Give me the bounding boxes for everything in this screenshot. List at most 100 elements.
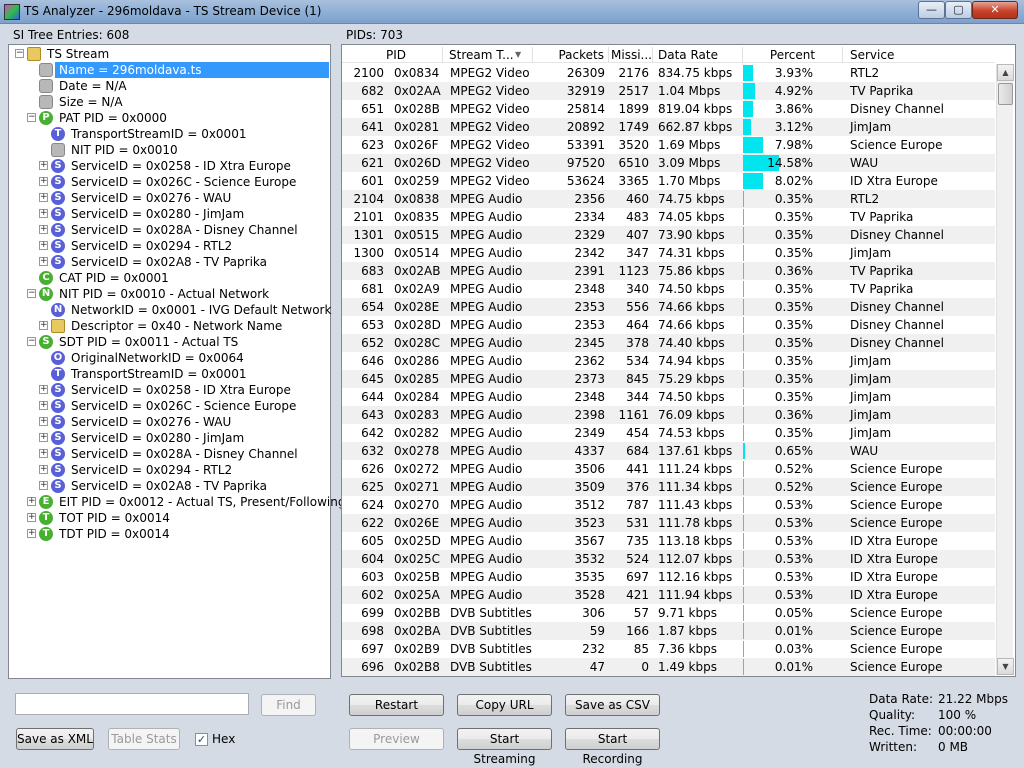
table-row[interactable]: 623 0x026F MPEG2 Video 53391 3520 1.69 Mbps 7.… bbox=[342, 136, 995, 154]
tree-node[interactable]: + S ServiceID = 0x0280 - JimJam bbox=[9, 430, 329, 446]
table-row[interactable]: 622 0x026E MPEG Audio 3523 531 111.78 kbps 0.5… bbox=[342, 514, 995, 532]
tree-node[interactable]: + T TOT PID = 0x0014 bbox=[9, 510, 329, 526]
col-missing[interactable]: Missi... bbox=[609, 47, 653, 63]
table-row[interactable]: 646 0x0286 MPEG Audio 2362 534 74.94 kbps 0.35… bbox=[342, 352, 995, 370]
start-streaming-button[interactable]: Start Streaming bbox=[457, 728, 552, 766]
tree-node[interactable]: N NetworkID = 0x0001 - IVG Default Networ… bbox=[9, 302, 331, 318]
col-percent[interactable]: Percent bbox=[743, 47, 843, 63]
collapse-icon[interactable]: − bbox=[27, 289, 36, 298]
scroll-up-icon[interactable]: ▲ bbox=[997, 64, 1014, 81]
table-row[interactable]: 632 0x0278 MPEG Audio 4337 684 137.61 kbps 0.6… bbox=[342, 442, 995, 460]
tree-node[interactable]: + S ServiceID = 0x0294 - RTL2 bbox=[9, 238, 329, 254]
col-data-rate[interactable]: Data Rate bbox=[653, 47, 743, 63]
tree-node[interactable]: Size = N/A bbox=[9, 94, 329, 110]
expand-icon[interactable]: + bbox=[27, 497, 36, 506]
table-row[interactable]: 641 0x0281 MPEG2 Video 20892 1749 662.87 kbps… bbox=[342, 118, 995, 136]
table-row[interactable]: 654 0x028E MPEG Audio 2353 556 74.66 kbps 0.35… bbox=[342, 298, 995, 316]
tree-node[interactable]: NIT PID = 0x0010 bbox=[9, 142, 329, 158]
table-row[interactable]: 699 0x02BB DVB Subtitles 306 57 9.71 kbps 0.05… bbox=[342, 604, 995, 622]
collapse-icon[interactable]: − bbox=[27, 337, 36, 346]
table-row[interactable]: 644 0x0284 MPEG Audio 2348 344 74.50 kbps 0.35… bbox=[342, 388, 995, 406]
table-row[interactable]: 645 0x0285 MPEG Audio 2373 845 75.29 kbps 0.35… bbox=[342, 370, 995, 388]
tree-node[interactable]: T TransportStreamID = 0x0001 bbox=[9, 366, 329, 382]
table-row[interactable]: 602 0x025A MPEG Audio 3528 421 111.94 kbps 0.5… bbox=[342, 586, 995, 604]
table-row[interactable]: 643 0x0283 MPEG Audio 2398 1161 76.09 kbps 0.3… bbox=[342, 406, 995, 424]
table-row[interactable]: 2104 0x0838 MPEG Audio 2356 460 74.75 kbps 0.3… bbox=[342, 190, 995, 208]
table-row[interactable]: 621 0x026D MPEG2 Video 97520 6510 3.09 Mbps 14… bbox=[342, 154, 995, 172]
table-row[interactable]: 651 0x028B MPEG2 Video 25814 1899 819.04 kbps… bbox=[342, 100, 995, 118]
expand-icon[interactable]: + bbox=[39, 161, 48, 170]
close-button[interactable]: ✕ bbox=[972, 1, 1018, 19]
tree-node[interactable]: − N NIT PID = 0x0010 - Actual Network bbox=[9, 286, 329, 302]
tree-node[interactable]: + S ServiceID = 0x0276 - WAU bbox=[9, 190, 329, 206]
collapse-icon[interactable]: − bbox=[27, 113, 36, 122]
copy-url-button[interactable]: Copy URL bbox=[457, 694, 552, 716]
hex-checkbox[interactable]: ✓ bbox=[195, 733, 208, 746]
table-stats-button[interactable]: Table Stats bbox=[108, 728, 180, 750]
expand-icon[interactable]: + bbox=[39, 209, 48, 218]
restart-button[interactable]: Restart bbox=[349, 694, 444, 716]
tree-node[interactable]: + S ServiceID = 0x028A - Disney Channel bbox=[9, 446, 329, 462]
tree-node[interactable]: − TS Stream bbox=[9, 46, 329, 62]
expand-icon[interactable]: + bbox=[27, 529, 36, 538]
expand-icon[interactable]: + bbox=[39, 385, 48, 394]
table-row[interactable]: 681 0x02A9 MPEG Audio 2348 340 74.50 kbps 0.35… bbox=[342, 280, 995, 298]
scroll-down-icon[interactable]: ▼ bbox=[997, 658, 1014, 675]
tree-node[interactable]: + S ServiceID = 0x0280 - JimJam bbox=[9, 206, 329, 222]
expand-icon[interactable]: + bbox=[27, 513, 36, 522]
table-row[interactable]: 1300 0x0514 MPEG Audio 2342 347 74.31 kbps 0.3… bbox=[342, 244, 995, 262]
tree-node[interactable]: + S ServiceID = 0x026C - Science Europe bbox=[9, 174, 329, 190]
table-row[interactable]: 682 0x02AA MPEG2 Video 32919 2517 1.04 Mbps 4.… bbox=[342, 82, 995, 100]
save-as-csv-button[interactable]: Save as CSV bbox=[565, 694, 660, 716]
expand-icon[interactable]: + bbox=[39, 449, 48, 458]
expand-icon[interactable]: + bbox=[39, 481, 48, 490]
table-row[interactable]: 2101 0x0835 MPEG Audio 2334 483 74.05 kbps 0.3… bbox=[342, 208, 995, 226]
tree-node[interactable]: + S ServiceID = 0x0294 - RTL2 bbox=[9, 462, 329, 478]
expand-icon[interactable]: + bbox=[39, 257, 48, 266]
tree-node[interactable]: + S ServiceID = 0x0258 - ID Xtra Europe bbox=[9, 158, 329, 174]
tree-node[interactable]: + S ServiceID = 0x028A - Disney Channel bbox=[9, 222, 329, 238]
tree-node[interactable]: + S ServiceID = 0x02A8 - TV Paprika bbox=[9, 254, 329, 270]
expand-icon[interactable]: + bbox=[39, 241, 48, 250]
start-recording-button[interactable]: Start Recording bbox=[565, 728, 660, 766]
tree-node[interactable]: + S ServiceID = 0x026C - Science Europe bbox=[9, 398, 329, 414]
expand-icon[interactable]: + bbox=[39, 193, 48, 202]
maximize-button[interactable]: ▢ bbox=[945, 1, 972, 19]
table-row[interactable]: 697 0x02B9 DVB Subtitles 232 85 7.36 kbps 0.03… bbox=[342, 640, 995, 658]
table-row[interactable]: 605 0x025D MPEG Audio 3567 735 113.18 kbps 0.5… bbox=[342, 532, 995, 550]
table-row[interactable]: 642 0x0282 MPEG Audio 2349 454 74.53 kbps 0.35… bbox=[342, 424, 995, 442]
tree-node[interactable]: + E EIT PID = 0x0012 - Actual TS, Present/… bbox=[9, 494, 345, 510]
table-row[interactable]: 2100 0x0834 MPEG2 Video 26309 2176 834.75 kbp… bbox=[342, 64, 995, 82]
table-row[interactable]: 604 0x025C MPEG Audio 3532 524 112.07 kbps 0.5… bbox=[342, 550, 995, 568]
col-pid[interactable]: PID bbox=[342, 47, 443, 63]
preview-button[interactable]: Preview bbox=[349, 728, 444, 750]
tree-node[interactable]: Date = N/A bbox=[9, 78, 329, 94]
expand-icon[interactable]: + bbox=[39, 321, 48, 330]
table-row[interactable]: 1301 0x0515 MPEG Audio 2329 407 73.90 kbps 0.3… bbox=[342, 226, 995, 244]
col-stream-type[interactable]: Stream T... ▼ bbox=[443, 47, 533, 63]
table-row[interactable]: 625 0x0271 MPEG Audio 3509 376 111.34 kbps 0.5… bbox=[342, 478, 995, 496]
minimize-button[interactable]: — bbox=[918, 1, 945, 19]
save-as-xml-button[interactable]: Save as XML bbox=[16, 728, 94, 750]
tree-node[interactable]: + S ServiceID = 0x02A8 - TV Paprika bbox=[9, 478, 329, 494]
table-row[interactable]: 652 0x028C MPEG Audio 2345 378 74.40 kbps 0.35… bbox=[342, 334, 995, 352]
tree-node[interactable]: T TransportStreamID = 0x0001 bbox=[9, 126, 329, 142]
expand-icon[interactable]: + bbox=[39, 177, 48, 186]
table-row[interactable]: 601 0x0259 MPEG2 Video 53624 3365 1.70 Mbps 8.… bbox=[342, 172, 995, 190]
tree-node[interactable]: − S SDT PID = 0x0011 - Actual TS bbox=[9, 334, 329, 350]
table-scrollbar[interactable]: ▲ ▼ bbox=[996, 64, 1014, 675]
tree-node[interactable]: + S ServiceID = 0x0258 - ID Xtra Europe bbox=[9, 382, 329, 398]
tree-node[interactable]: + S ServiceID = 0x0276 - WAU bbox=[9, 414, 329, 430]
col-packets[interactable]: Packets bbox=[533, 47, 609, 63]
table-row[interactable]: 603 0x025B MPEG Audio 3535 697 112.16 kbps 0.5… bbox=[342, 568, 995, 586]
collapse-icon[interactable]: − bbox=[15, 49, 24, 58]
scroll-thumb[interactable] bbox=[998, 83, 1013, 105]
tree-node[interactable]: C CAT PID = 0x0001 bbox=[9, 270, 329, 286]
expand-icon[interactable]: + bbox=[39, 417, 48, 426]
tree-node[interactable]: Name = 296moldava.ts bbox=[39, 62, 329, 78]
tree-node[interactable]: O OriginalNetworkID = 0x0064 bbox=[9, 350, 329, 366]
table-row[interactable]: 696 0x02B8 DVB Subtitles 47 0 1.49 kbps 0.01% S… bbox=[342, 658, 995, 676]
table-row[interactable]: 624 0x0270 MPEG Audio 3512 787 111.43 kbps 0.5… bbox=[342, 496, 995, 514]
table-row[interactable]: 698 0x02BA DVB Subtitles 59 166 1.87 kbps 0.01… bbox=[342, 622, 995, 640]
col-service[interactable]: Service bbox=[843, 47, 995, 63]
